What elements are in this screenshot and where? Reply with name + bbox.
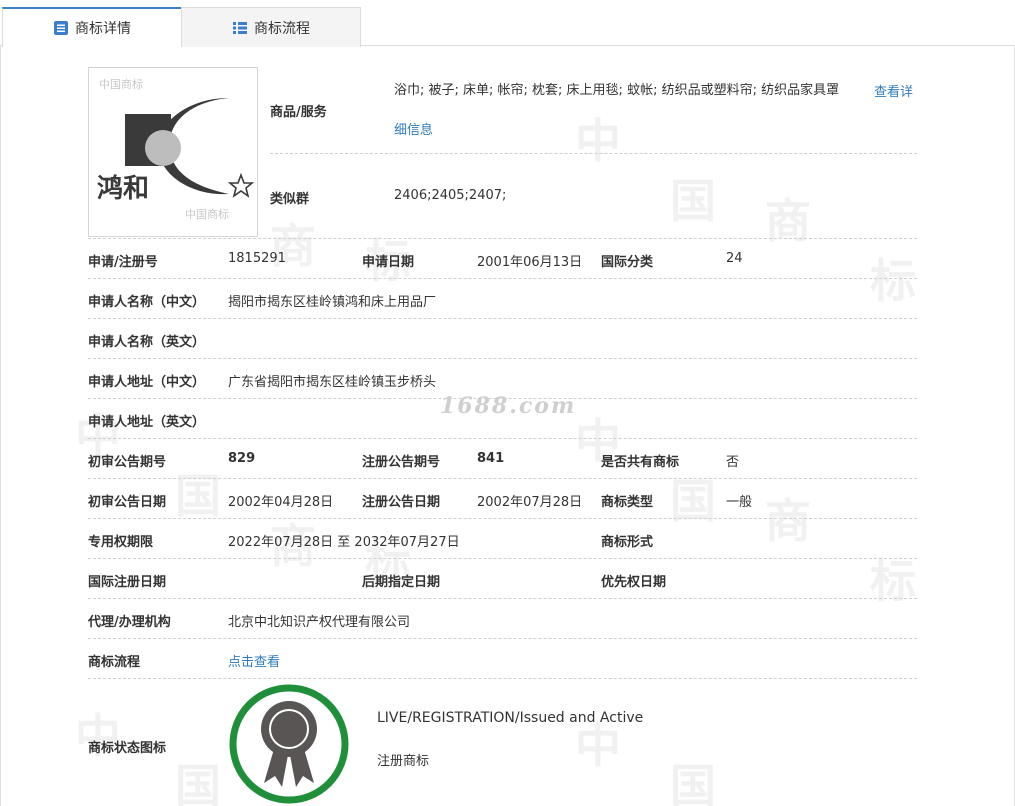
address-en-label: 申请人地址（英文） — [88, 415, 206, 430]
similar-group-label: 类似群 — [270, 192, 310, 207]
similar-group-value: 2406;2405;2407; — [394, 188, 507, 203]
site-watermark: 1688.com — [440, 393, 577, 419]
divider — [88, 518, 917, 519]
apply-date-label: 申请日期 — [362, 255, 415, 270]
goods-services-value: 浴巾; 被子; 床单; 帐帘; 枕套; 床上用毯; 蚊帐; 纺织品或塑料帘; 纺… — [394, 83, 840, 98]
tm-type-label: 商标类型 — [601, 495, 654, 510]
applicant-cn-label: 申请人名称（中文） — [88, 295, 206, 310]
divider — [88, 358, 917, 359]
reg-no-label: 申请/注册号 — [88, 255, 158, 270]
prelim-no-value: 829 — [228, 451, 256, 466]
tab-bar: 商标详情 商标流程 — [0, 0, 1015, 47]
reg-no-value: 1815291 — [228, 251, 286, 266]
divider — [88, 478, 917, 479]
status-text-chinese: 注册商标 — [377, 754, 430, 769]
tab-trademark-details[interactable]: 商标详情 — [2, 7, 182, 47]
document-icon — [54, 21, 68, 35]
trademark-logo-graphic: 中国商标 中国商标 — [99, 77, 255, 221]
reg-pub-no-value: 841 — [477, 451, 505, 466]
address-cn-value: 广东省揭阳市揭东区桂岭镇玉步桥头 — [228, 375, 437, 390]
divider — [88, 238, 917, 239]
status-text-english: LIVE/REGISTRATION/Issued and Active — [377, 710, 644, 726]
prelim-no-label: 初审公告期号 — [88, 455, 167, 470]
trademark-detail: 中国商标 中国商标 鸿和 商品/服务 浴巾; 被子; 床单; 帐帘; 枕套; 床… — [0, 0, 1015, 806]
divider — [88, 558, 917, 559]
prelim-date-label: 初审公告日期 — [88, 495, 167, 510]
reg-pub-date-value: 2002年07月28日 — [477, 495, 583, 510]
agent-value: 北京中北知识产权代理有限公司 — [228, 615, 411, 630]
svg-text:中国商标: 中国商标 — [185, 207, 229, 221]
svg-text:中国商标: 中国商标 — [99, 77, 143, 91]
tab-trademark-process[interactable]: 商标流程 — [181, 7, 361, 47]
tab-label: 商标详情 — [75, 21, 131, 37]
trademark-image: 中国商标 中国商标 鸿和 — [88, 67, 258, 237]
tm-type-value: 一般 — [726, 495, 753, 510]
flow-label: 商标流程 — [88, 655, 141, 670]
status-icon-label: 商标状态图标 — [88, 741, 167, 756]
registered-badge-icon — [229, 684, 349, 804]
reg-pub-no-label: 注册公告期号 — [362, 455, 441, 470]
list-icon — [233, 21, 247, 34]
divider — [88, 638, 917, 639]
divider — [88, 278, 917, 279]
view-details-link-continued[interactable]: 细信息 — [394, 119, 433, 138]
shared-label: 是否共有商标 — [601, 455, 680, 470]
tm-form-label: 商标形式 — [601, 535, 654, 550]
logo-text: 鸿和 — [97, 174, 150, 204]
intl-class-value: 24 — [726, 251, 743, 266]
goods-services-label: 商品/服务 — [270, 105, 327, 120]
shared-value: 否 — [726, 455, 740, 470]
address-cn-label: 申请人地址（中文） — [88, 375, 206, 390]
exclusive-period-label: 专用权期限 — [88, 535, 154, 550]
view-flow-link[interactable]: 点击查看 — [228, 651, 280, 670]
exclusive-period-value: 2022年07月28日 至 2032年07月27日 — [228, 535, 460, 550]
divider — [88, 438, 917, 439]
apply-date-value: 2001年06月13日 — [477, 255, 583, 270]
later-date-label: 后期指定日期 — [362, 575, 441, 590]
intl-class-label: 国际分类 — [601, 255, 654, 270]
prelim-date-value: 2002年04月28日 — [228, 495, 334, 510]
view-details-link[interactable]: 查看详 — [874, 81, 913, 100]
reg-pub-date-label: 注册公告日期 — [362, 495, 441, 510]
divider — [270, 153, 917, 154]
intl-reg-date-label: 国际注册日期 — [88, 575, 167, 590]
applicant-cn-value: 揭阳市揭东区桂岭镇鸿和床上用品厂 — [228, 295, 437, 310]
divider — [88, 678, 917, 679]
tab-label: 商标流程 — [254, 20, 310, 37]
divider — [88, 318, 917, 319]
priority-date-label: 优先权日期 — [601, 575, 667, 590]
agent-label: 代理/办理机构 — [88, 615, 171, 630]
divider — [88, 598, 917, 599]
applicant-en-label: 申请人名称（英文） — [88, 335, 206, 350]
